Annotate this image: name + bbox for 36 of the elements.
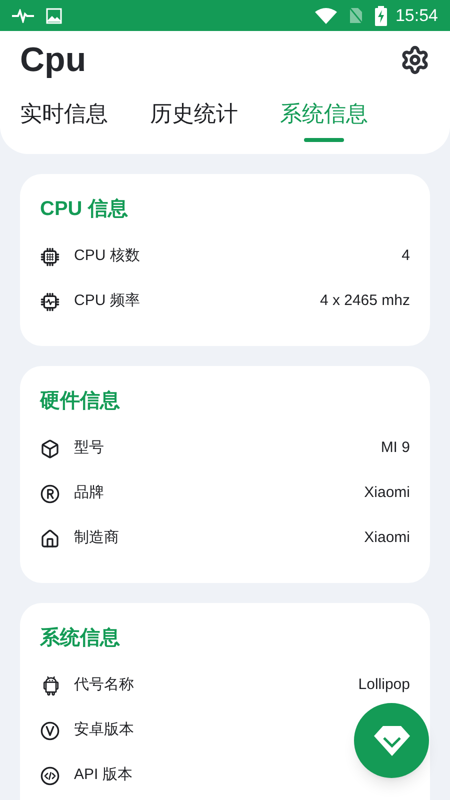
battery-charging-icon xyxy=(375,6,388,26)
image-icon xyxy=(46,8,62,24)
info-label: CPU 核数 xyxy=(74,246,140,266)
tab[interactable]: 系统信息 xyxy=(280,97,368,142)
no-sim-icon xyxy=(349,7,364,24)
circle-v-icon xyxy=(40,720,60,740)
home-icon xyxy=(40,528,60,548)
info-label: API 版本 xyxy=(74,765,132,786)
info-value: Lollipop xyxy=(358,675,410,696)
tab[interactable]: 历史统计 xyxy=(150,97,238,142)
card-title: 系统信息 xyxy=(40,626,121,651)
chip-pulse-icon xyxy=(40,292,60,312)
info-value: 4 x 2465 mhz xyxy=(320,291,410,312)
info-label: 制造商 xyxy=(74,528,119,548)
card-title: 硬件信息 xyxy=(40,389,121,414)
settings-button[interactable] xyxy=(400,45,430,75)
registered-icon xyxy=(40,484,60,504)
tab[interactable]: 实时信息 xyxy=(20,97,108,142)
pulse-icon xyxy=(12,8,34,22)
wifi-icon xyxy=(315,8,338,24)
info-value: MI 9 xyxy=(380,438,410,458)
clock-time: 15:54 xyxy=(395,4,438,27)
info-value: 4 xyxy=(402,246,410,266)
cube-icon xyxy=(40,438,60,458)
card-title: CPU 信息 xyxy=(40,197,129,222)
info-value: Xiaomi xyxy=(364,528,410,548)
info-label: 代号名称 xyxy=(74,675,134,696)
app-title: Cpu xyxy=(20,40,86,80)
info-label: 安卓版本 xyxy=(74,720,134,740)
diamond-check-icon xyxy=(374,726,410,756)
info-label: 品牌 xyxy=(74,483,104,504)
info-label: CPU 频率 xyxy=(74,291,140,312)
code-icon xyxy=(40,766,60,786)
info-label: 型号 xyxy=(74,438,104,458)
chip-icon xyxy=(40,246,60,266)
info-value: Xiaomi xyxy=(364,483,410,504)
